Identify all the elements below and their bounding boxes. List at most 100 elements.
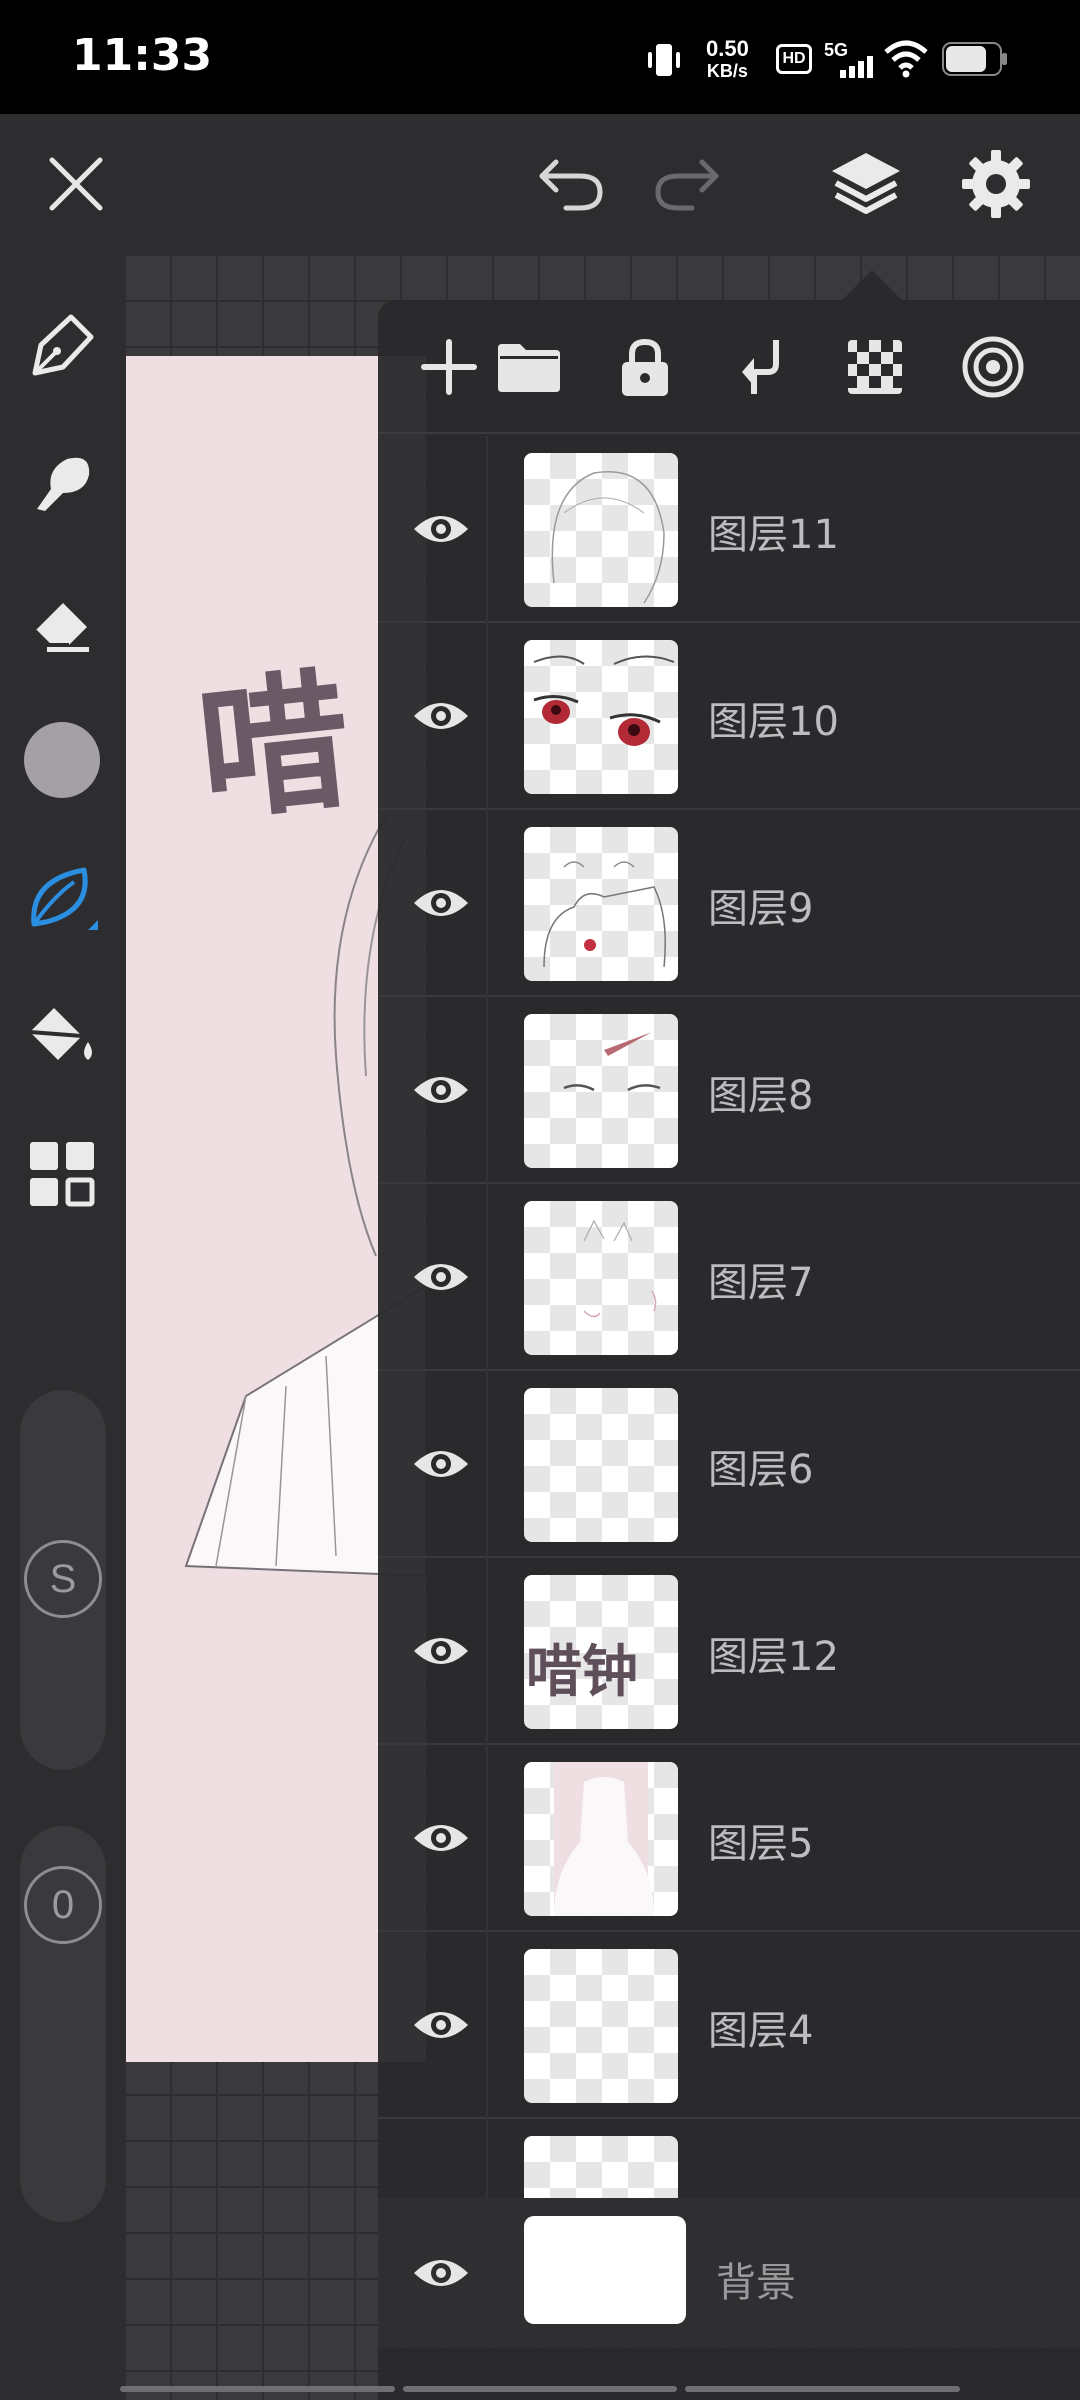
brush-size-slider[interactable]: S [20, 1390, 106, 1770]
thumb-lines [583, 1219, 657, 1318]
redo-icon [655, 159, 719, 211]
visibility-toggle[interactable] [396, 1232, 486, 1322]
background-layer-name: 背景 [716, 2260, 796, 2306]
visibility-toggle[interactable] [396, 858, 486, 948]
row-separator [486, 436, 488, 623]
thumb-face [543, 861, 666, 968]
close-icon [49, 157, 103, 211]
layer-row-partial[interactable] [378, 2119, 1080, 2198]
eye-icon [414, 1638, 468, 1664]
layer-row[interactable]: 唶钟 图层12 [378, 1558, 1080, 1745]
layer-row[interactable]: 图层7 [378, 1184, 1080, 1371]
redo-button[interactable] [636, 114, 736, 254]
eraser-button[interactable] [12, 572, 112, 672]
leaf-brush-button[interactable] [12, 848, 112, 948]
smudge-tool-icon [37, 457, 90, 511]
undo-icon [539, 159, 603, 211]
row-separator [486, 1745, 488, 1932]
visibility-toggle[interactable] [396, 1419, 486, 1509]
layer-row[interactable]: 图层11 [378, 436, 1080, 623]
layer-row[interactable]: 图层9 [378, 810, 1080, 997]
brush-opacity-slider[interactable]: 0 [20, 1826, 106, 2222]
wifi-icon [884, 40, 928, 78]
eye-icon [414, 516, 468, 542]
panel-caret [842, 270, 902, 300]
background-thumbnail [524, 2216, 686, 2324]
layer-row[interactable]: 图层4 [378, 1932, 1080, 2119]
visibility-toggle[interactable] [396, 1793, 486, 1883]
lock-layer-button[interactable] [600, 322, 690, 412]
eraser-icon [33, 603, 89, 652]
layer-name: 图层8 [708, 1073, 814, 1119]
visibility-toggle[interactable] [396, 2228, 486, 2318]
layers-toolbar [378, 300, 1080, 434]
layer-thumbnail [524, 1949, 678, 2103]
smudge-tool-button[interactable] [12, 434, 112, 534]
folder-icon [498, 344, 560, 392]
gesture-bar-segment [685, 2386, 961, 2392]
eye-icon [414, 2012, 468, 2038]
eye-icon [414, 703, 468, 729]
visibility-toggle[interactable] [396, 1606, 486, 1696]
visibility-toggle[interactable] [396, 1980, 486, 2070]
pen-tool-button[interactable] [12, 296, 112, 396]
status-time: 11:33 [72, 30, 213, 81]
settings-button[interactable] [946, 114, 1046, 254]
layer-name: 图层7 [708, 1260, 814, 1306]
battery-icon [942, 42, 1007, 76]
layer-row[interactable]: 图层10 [378, 623, 1080, 810]
row-separator [486, 997, 488, 1184]
close-button[interactable] [26, 114, 126, 254]
fill-bucket-icon [29, 1008, 92, 1060]
hd-badge: HD [776, 44, 812, 74]
layer-thumbnail [524, 1014, 678, 1168]
signal-icon [840, 56, 873, 78]
layer-name: 图层12 [708, 1634, 839, 1680]
layer-name: 图层4 [708, 2008, 814, 2054]
merge-down-button[interactable] [716, 322, 806, 412]
layer-name: 图层5 [708, 1821, 814, 1867]
layer-thumbnail [524, 1388, 678, 1542]
layer-thumbnail [524, 1762, 678, 1916]
layer-thumbnail [524, 2136, 678, 2198]
target-icon [962, 336, 1024, 398]
leaf-brush-icon [31, 867, 98, 930]
visibility-toggle[interactable] [396, 1045, 486, 1135]
gesture-bar-segment [120, 2386, 395, 2392]
gesture-bar-segment [402, 2386, 678, 2392]
transparency-button[interactable] [830, 322, 920, 412]
visibility-toggle[interactable] [396, 671, 486, 761]
layer-thumbnail [524, 640, 678, 794]
layer-thumbnail [524, 827, 678, 981]
net-speed: 0.50 KB/s [706, 38, 749, 82]
layers-icon [832, 153, 900, 214]
layer-name: 图层11 [708, 512, 839, 558]
layer-row[interactable]: 图层8 [378, 997, 1080, 1184]
grid-menu-button[interactable] [12, 1124, 112, 1224]
lock-icon [622, 338, 668, 396]
visibility-toggle[interactable] [396, 484, 486, 574]
color-swatch[interactable] [12, 710, 112, 810]
add-folder-button[interactable] [484, 322, 574, 412]
thumb-shape [554, 1762, 654, 1916]
brush-size-knob[interactable]: S [24, 1540, 102, 1618]
background-layer-row[interactable]: 背景 [378, 2198, 1080, 2348]
reference-button[interactable] [948, 322, 1038, 412]
vibrate-icon [648, 44, 680, 76]
brush-opacity-knob[interactable]: 0 [24, 1866, 102, 1944]
layers-button[interactable] [816, 114, 916, 254]
color-swatch-circle [24, 722, 100, 798]
add-layer-button[interactable] [404, 322, 494, 412]
status-bar: 11:33 0.50 KB/s HD 5G [0, 0, 1080, 114]
eye-icon [414, 1077, 468, 1103]
row-separator [486, 1932, 488, 2119]
undo-button[interactable] [522, 114, 622, 254]
layer-row[interactable]: 图层5 [378, 1745, 1080, 1932]
row-separator [486, 1184, 488, 1371]
layer-row[interactable]: 图层6 [378, 1371, 1080, 1558]
layer-name: 图层9 [708, 886, 814, 932]
gesture-bar [120, 2386, 961, 2392]
thumb-text: 唶钟 [526, 1639, 638, 1705]
eye-icon [414, 1825, 468, 1851]
fill-bucket-button[interactable] [12, 986, 112, 1086]
